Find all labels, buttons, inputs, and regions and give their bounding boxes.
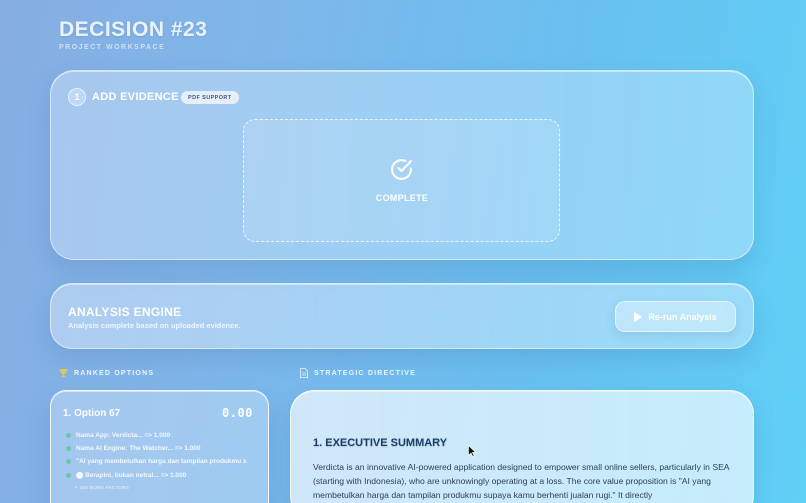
option-factor-item: ⬤ Berapini, bukan netral... => 1.000 <box>66 471 256 479</box>
factor-dot-icon <box>66 433 71 438</box>
pdf-support-badge: PDF SUPPORT <box>181 91 239 104</box>
ranked-options-header: RANKED OPTIONS <box>59 368 154 378</box>
rerun-analysis-button[interactable]: Re-run Analysis <box>615 301 736 332</box>
factor-text: "AI yang membetulkan harga dan tampilan … <box>76 458 247 465</box>
play-icon <box>634 311 643 322</box>
analysis-engine-title: ANALYSIS ENGINE <box>68 305 182 319</box>
upload-status-label: COMPLETE <box>375 193 429 203</box>
option-factor-item: Nama AI Engine: The Watcher... => 1.000 <box>66 445 256 452</box>
check-circle-icon <box>391 159 412 180</box>
factor-text: Nama App: Verdicta... => 1.000 <box>76 432 171 439</box>
analysis-status-text: Analysis complete based on uploaded evid… <box>68 321 241 330</box>
factor-text: Nama AI Engine: The Watcher... => 1.000 <box>76 445 201 452</box>
option-factor-item: "AI yang membetulkan harga dan tampilan … <box>66 458 256 465</box>
option-score: 0.00 <box>222 406 253 420</box>
rerun-analysis-label: Re-run Analysis <box>648 311 717 322</box>
factor-dot-icon <box>66 446 71 451</box>
page-subtitle: PROJECT WORKSPACE <box>59 44 166 51</box>
ranked-options-label: RANKED OPTIONS <box>74 369 155 377</box>
page-header: DECISION #23 PROJECT WORKSPACE <box>59 18 207 51</box>
document-icon <box>300 368 308 378</box>
strategic-directive-label: STRATEGIC DIRECTIVE <box>314 369 417 377</box>
page-title: DECISION #23 <box>59 18 208 41</box>
option-title: 1. Option 67 <box>63 408 121 419</box>
trophy-icon <box>59 368 68 378</box>
factor-dot-icon <box>66 459 71 464</box>
factor-dot-icon <box>66 472 71 478</box>
executive-summary-text: Verdicta is an innovative AI-powered app… <box>313 462 730 500</box>
step-number-badge: 1 <box>68 88 86 106</box>
factor-text: ⬤ Berapini, bukan netral... => 1.000 <box>76 472 187 479</box>
more-factors-link[interactable]: + 169 MORE FACTORS <box>75 485 129 490</box>
executive-summary-heading: 1. EXECUTIVE SUMMARY <box>313 437 448 449</box>
add-evidence-title: ADD EVIDENCE <box>92 91 179 103</box>
option-factor-item: Nama App: Verdicta... => 1.000 <box>66 432 256 439</box>
mouse-cursor-icon <box>468 445 476 457</box>
strategic-directive-header: STRATEGIC DIRECTIVE <box>300 368 416 378</box>
